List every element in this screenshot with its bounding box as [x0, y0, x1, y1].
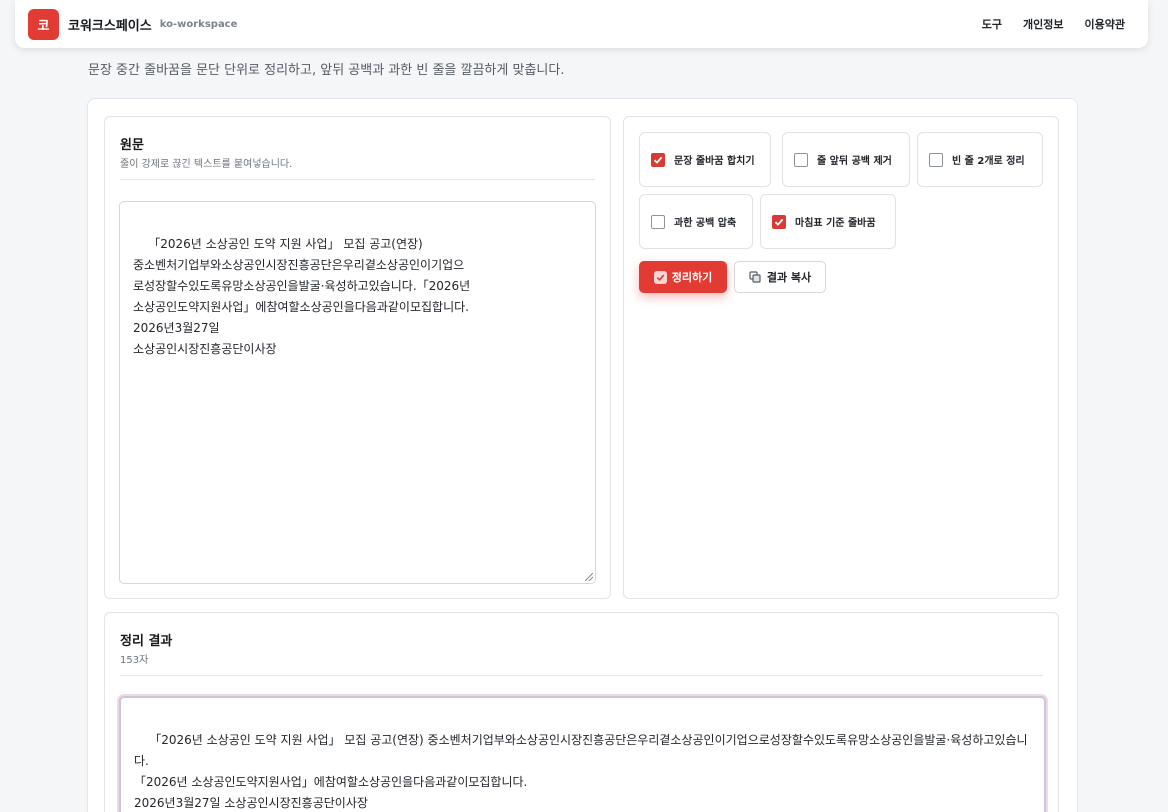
option-compress-spaces[interactable]: 과한 공백 압축: [639, 194, 753, 249]
source-textarea[interactable]: 「2026년 소상공인 도약 지원 사업」 모집 공고(연장) 중소벤처기업부와…: [119, 201, 596, 584]
checkbox-icon[interactable]: [772, 214, 786, 229]
nav-privacy[interactable]: 개인정보: [1023, 16, 1063, 32]
clean-button-label: 정리하기: [671, 271, 713, 284]
input-panel: 원문 줄이 강제로 끊긴 텍스트를 붙여넣습니다. 「2026년 소상공인 도약…: [104, 116, 611, 599]
nav-terms[interactable]: 이용약관: [1085, 16, 1125, 32]
copy-icon: [749, 271, 761, 283]
checkbox-icon[interactable]: [929, 152, 943, 167]
options-panel: 문장 줄바꿈 합치기 줄 앞뒤 공백 제거 빈 줄 2개로 정리 과한 공백 압…: [623, 116, 1059, 599]
copy-button-label: 결과 복사: [766, 271, 812, 284]
check-icon: [653, 270, 667, 284]
checkbox-icon[interactable]: [794, 152, 808, 167]
option-label: 문장 줄바꿈 합치기: [674, 156, 755, 167]
source-text: 「2026년 소상공인 도약 지원 사업」 모집 공고(연장) 중소벤처기업부와…: [133, 237, 471, 356]
option-label: 빈 줄 2개로 정리: [952, 156, 1025, 167]
nav-tools[interactable]: 도구: [982, 16, 1002, 32]
option-label: 줄 앞뒤 공백 제거: [817, 156, 892, 167]
result-char-count: 153자: [120, 655, 149, 666]
logo-icon[interactable]: 코: [28, 8, 59, 40]
nav-links: 도구 개인정보 이용약관: [982, 16, 1125, 32]
top-navbar: 코 코워크스페이스 ko-workspace 도구 개인정보 이용약관: [15, 0, 1148, 48]
result-panel: 정리 결과 153자 「2026년 소상공인 도약 지원 사업」 모집 공고(연…: [104, 612, 1059, 812]
option-merge-linebreaks[interactable]: 문장 줄바꿈 합치기: [639, 132, 771, 187]
brand-name[interactable]: 코워크스페이스: [68, 15, 152, 34]
result-text: 「2026년 소상공인 도약 지원 사업」 모집 공고(연장) 중소벤처기업부와…: [134, 733, 1028, 810]
option-period-linebreak[interactable]: 마침표 기준 줄바꿈: [760, 194, 896, 249]
checkbox-icon[interactable]: [651, 214, 665, 229]
brand-subtitle: ko-workspace: [159, 18, 238, 30]
resize-handle[interactable]: [585, 573, 593, 581]
divider: [120, 675, 1043, 676]
input-description: 줄이 강제로 끊긴 텍스트를 붙여넣습니다.: [120, 159, 293, 170]
option-trim-spaces[interactable]: 줄 앞뒤 공백 제거: [782, 132, 910, 187]
option-blank-lines[interactable]: 빈 줄 2개로 정리: [917, 132, 1043, 187]
input-title: 원문: [120, 138, 144, 153]
copy-result-button[interactable]: 결과 복사: [734, 261, 826, 293]
page-subtitle: 문장 중간 줄바꿈을 문단 단위로 정리하고, 앞뒤 공백과 과한 빈 줄을 깔…: [88, 63, 565, 78]
divider: [120, 179, 595, 180]
result-textarea[interactable]: 「2026년 소상공인 도약 지원 사업」 모집 공고(연장) 중소벤처기업부와…: [119, 696, 1046, 812]
clean-button[interactable]: 정리하기: [639, 261, 727, 293]
option-label: 마침표 기준 줄바꿈: [795, 218, 876, 229]
option-label: 과한 공백 압축: [674, 218, 737, 229]
result-title: 정리 결과: [120, 634, 173, 649]
checkbox-icon[interactable]: [651, 152, 665, 167]
